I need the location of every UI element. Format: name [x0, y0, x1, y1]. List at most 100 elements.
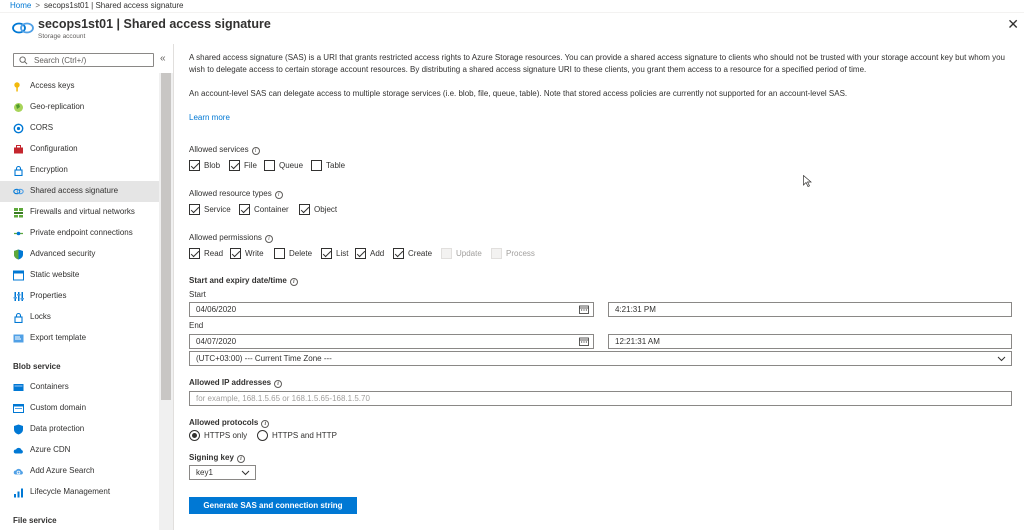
radio-label: HTTPS and HTTP: [272, 431, 337, 440]
info-icon[interactable]: i: [261, 420, 270, 428]
sidebar-item-lifecycle-management[interactable]: Lifecycle Management: [0, 482, 159, 503]
end-date-value: 04/07/2020: [196, 337, 237, 346]
calendar-icon[interactable]: [579, 337, 589, 346]
radio-dot: [257, 430, 268, 441]
info-icon[interactable]: i: [264, 235, 273, 243]
sidebar-item-label: Geo-replication: [30, 102, 85, 111]
checkbox-label: Container: [254, 205, 289, 214]
page-title: secops1st01 | Shared access signature: [38, 17, 271, 31]
timezone-dropdown[interactable]: (UTC+03:00) --- Current Time Zone ---: [189, 351, 1012, 366]
link-icon: [13, 188, 24, 195]
sidebar-item-geo-replication[interactable]: Geo-replication: [0, 97, 159, 118]
sidebar-item-label: Lifecycle Management: [30, 487, 111, 496]
mouse-pointer-icon: [803, 175, 812, 187]
sidebar-item-cors[interactable]: CORS: [0, 118, 159, 139]
allowed-ip-text: Allowed IP addresses: [189, 378, 272, 387]
checkbox-label: Object: [314, 205, 338, 214]
start-date-field[interactable]: 04/06/2020: [189, 302, 594, 317]
datetime-label: Start and expiry date/time i: [189, 276, 298, 286]
checkbox-box: [321, 248, 332, 259]
chevron-down-icon: [241, 470, 250, 476]
sidebar-item-label: Custom domain: [30, 403, 87, 412]
sidebar-item-access-keys[interactable]: Access keys: [0, 76, 159, 97]
shield-icon: [14, 424, 23, 435]
sidebar-item-export-template[interactable]: Export template: [0, 328, 159, 349]
sidebar-item-advanced-security[interactable]: Advanced security: [0, 244, 159, 265]
export-icon: [13, 334, 24, 343]
end-time-field[interactable]: 12:21:31 AM: [608, 334, 1012, 349]
cors-icon: [13, 123, 24, 134]
checkbox-label: File: [244, 161, 257, 170]
breadcrumb: Home > secops1st01 | Shared access signatu…: [0, 0, 1024, 13]
info-icon[interactable]: i: [251, 147, 260, 155]
sidebar-item-data-protection[interactable]: Data protection: [0, 419, 159, 440]
sidebar-item-add-azure-search[interactable]: Add Azure Search: [0, 461, 159, 482]
collapse-menu-icon[interactable]: «: [160, 53, 166, 64]
checkbox-box: [189, 204, 200, 215]
timezone-value: (UTC+03:00) --- Current Time Zone ---: [196, 354, 332, 363]
radio-dot: [189, 430, 200, 441]
sidebar-item-label: Access keys: [30, 81, 75, 90]
breadcrumb-separator: >: [35, 1, 41, 10]
checkbox-box: [229, 160, 240, 171]
sidebar-item-label: Advanced security: [30, 249, 96, 258]
breadcrumb-home-link[interactable]: Home: [10, 1, 31, 10]
firewall-icon: [14, 208, 23, 218]
sidebar-item-containers[interactable]: Containers: [0, 377, 159, 398]
calendar-icon[interactable]: [579, 305, 589, 314]
key-icon: [14, 82, 20, 92]
allowed-resource-types-label: Allowed resource types i: [189, 189, 283, 199]
sidebar-item-private-endpoint[interactable]: Private endpoint connections: [0, 223, 159, 244]
sidebar-item-label: Private endpoint connections: [30, 228, 133, 237]
sidebar-item-custom-domain[interactable]: Custom domain: [0, 398, 159, 419]
learn-more-link[interactable]: Learn more: [189, 113, 230, 122]
allowed-services-label: Allowed services i: [189, 145, 260, 155]
breadcrumb-current[interactable]: secops1st01 | Shared access signature: [44, 1, 184, 10]
start-label: Start: [189, 290, 206, 299]
checkbox-label: Update: [456, 249, 482, 258]
checkbox-label: Process: [506, 249, 535, 258]
sidebar-item-firewalls[interactable]: Firewalls and virtual networks: [0, 202, 159, 223]
checkbox-box: [189, 160, 200, 171]
sidebar-item-label: Add Azure Search: [30, 466, 95, 475]
sidebar-item-static-website[interactable]: Static website: [0, 265, 159, 286]
datetime-text: Start and expiry date/time: [189, 276, 287, 285]
checkbox-box: [491, 248, 502, 259]
allowed-permissions-label: Allowed permissions i: [189, 233, 273, 243]
start-time-field[interactable]: 4:21:31 PM: [608, 302, 1012, 317]
menu-search-input[interactable]: Search (Ctrl+/): [13, 53, 154, 67]
blade-header: secops1st01 | Shared access signature St…: [0, 14, 1024, 44]
page-subtitle: Storage account: [38, 33, 86, 40]
blob-service-heading: Blob service: [13, 362, 61, 371]
allowed-ip-input[interactable]: for example, 168.1.5.65 or 168.1.5.65-16…: [189, 391, 1012, 406]
close-icon[interactable]: ✕: [1007, 16, 1019, 33]
generate-sas-button[interactable]: Generate SAS and connection string: [189, 497, 357, 514]
sidebar-item-encryption[interactable]: Encryption: [0, 160, 159, 181]
menu-scrollbar[interactable]: [159, 73, 173, 530]
sidebar-item-shared-access-signature[interactable]: Shared access signature: [0, 181, 159, 202]
menu-scrollbar-thumb[interactable]: [161, 73, 171, 400]
sidebar-item-locks[interactable]: Locks: [0, 307, 159, 328]
sidebar-item-configuration[interactable]: Configuration: [0, 139, 159, 160]
sidebar-item-properties[interactable]: Properties: [0, 286, 159, 307]
resource-menu: Search (Ctrl+/) « Access keys Geo-replic…: [0, 44, 174, 530]
sidebar-item-label: Firewalls and virtual networks: [30, 207, 135, 216]
signing-key-dropdown[interactable]: key1: [189, 465, 256, 480]
sidebar-item-azure-cdn[interactable]: Azure CDN: [0, 440, 159, 461]
info-icon[interactable]: i: [289, 278, 298, 286]
search-cloud-icon: [13, 468, 23, 475]
info-icon[interactable]: i: [236, 455, 245, 463]
file-service-heading: File service: [13, 516, 57, 525]
start-time-value: 4:21:31 PM: [615, 305, 656, 314]
radio-label: HTTPS only: [204, 431, 248, 440]
globe-icon: [14, 103, 23, 112]
end-date-field[interactable]: 04/07/2020: [189, 334, 594, 349]
info-icon[interactable]: i: [274, 191, 283, 199]
checkbox-box: [299, 204, 310, 215]
sidebar-item-label: Export template: [30, 333, 87, 342]
allowed-protocols-label: Allowed protocols i: [189, 418, 270, 428]
checkbox-box: [441, 248, 452, 259]
checkbox-label: Blob: [204, 161, 221, 170]
chevron-down-icon: [997, 356, 1006, 362]
info-icon[interactable]: i: [274, 380, 283, 388]
